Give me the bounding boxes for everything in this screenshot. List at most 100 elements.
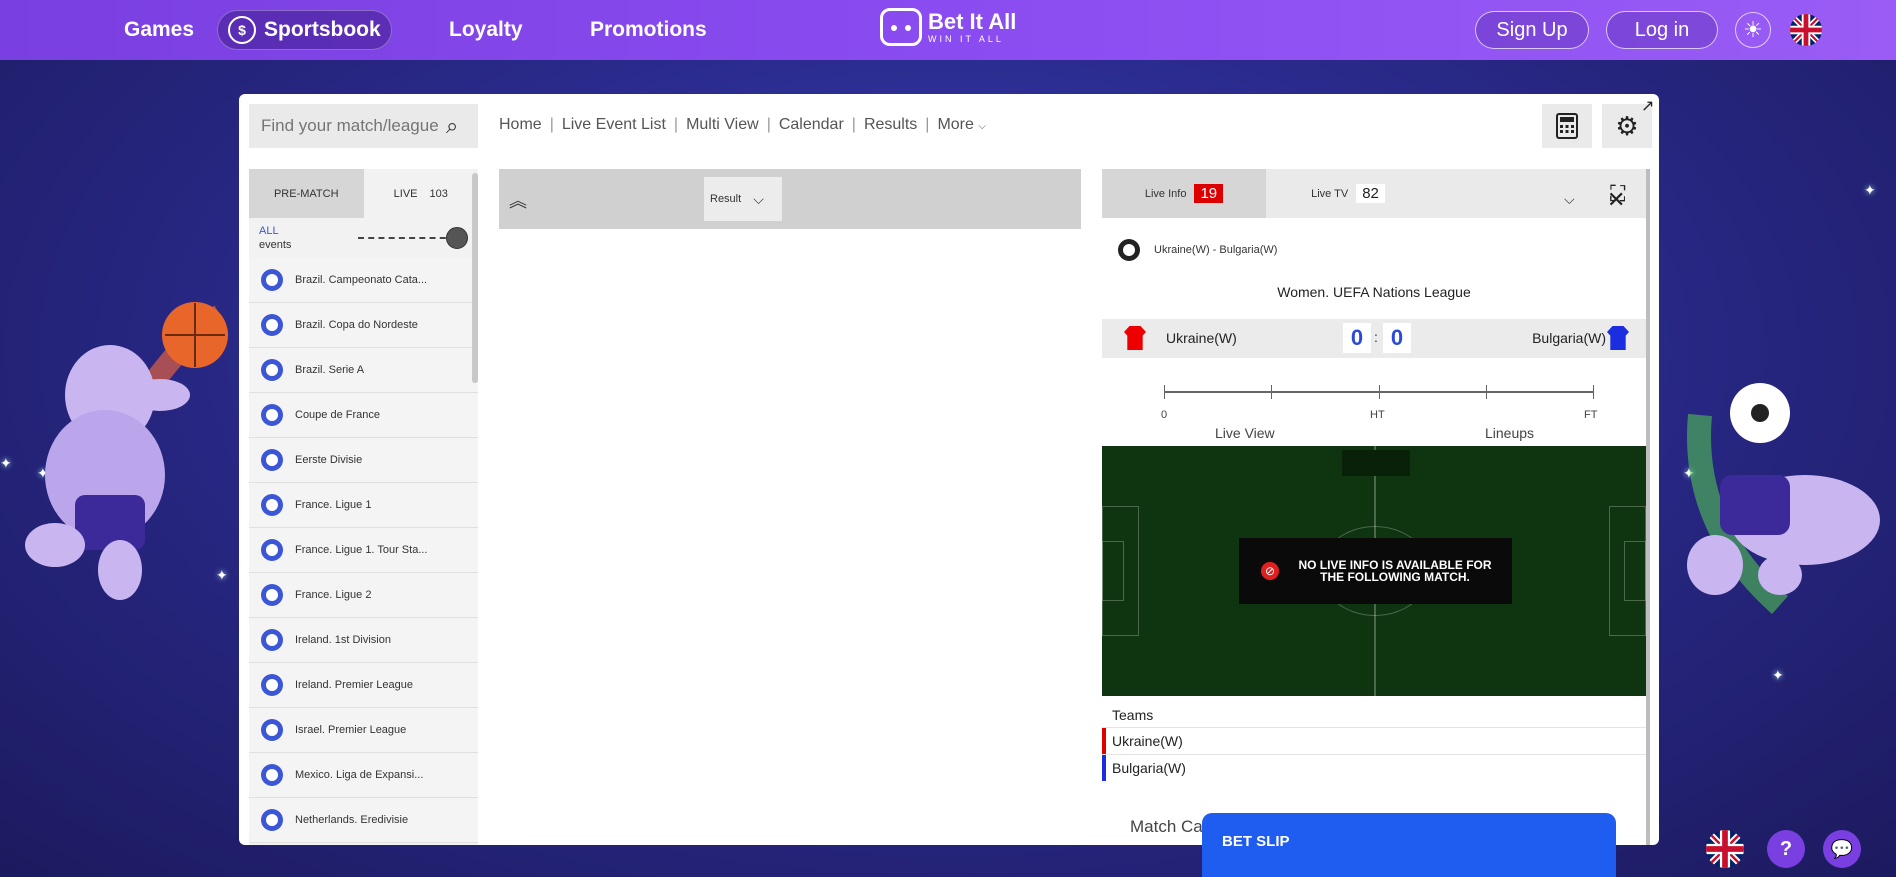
sidebar-scrollbar[interactable]	[472, 173, 478, 383]
tab-live-label: LIVE	[393, 187, 418, 200]
breadcrumb-more[interactable]: More ⌵	[937, 116, 986, 134]
chevron-down-icon: ⌵	[978, 121, 986, 132]
uk-flag-icon[interactable]	[1706, 830, 1744, 868]
expand-arrow-icon[interactable]: ↗	[1641, 96, 1654, 116]
live-tv-count-badge: 82	[1356, 184, 1385, 203]
breadcrumb-live-event-list[interactable]: Live Event List	[562, 116, 666, 134]
chat-icon[interactable]: 💬	[1823, 830, 1861, 868]
chevron-down-icon: ⌵	[753, 190, 764, 207]
sidebar-tabs: PRE-MATCH LIVE 103	[249, 169, 478, 218]
league-name: France. Ligue 2	[295, 589, 372, 601]
help-icon[interactable]: ?	[1767, 830, 1805, 868]
list-item[interactable]: France. Ligue 1	[249, 483, 478, 528]
league-name: Ireland. 1st Division	[295, 634, 391, 646]
chevron-down-icon[interactable]: ⌵	[1564, 191, 1575, 208]
logo-tagline: WIN IT ALL	[928, 33, 1004, 44]
list-item[interactable]: Netherlands. Eredivisie	[249, 798, 478, 843]
search-box: ⌕	[249, 104, 478, 148]
list-item[interactable]: Israel. Premier League	[249, 708, 478, 753]
match-selector[interactable]: Ukraine(W) - Bulgaria(W)	[1102, 218, 1646, 282]
live-view-link[interactable]: Live View	[1215, 425, 1275, 441]
match-name: Ukraine(W) - Bulgaria(W)	[1154, 244, 1278, 256]
nav-loyalty-link[interactable]: Loyalty	[449, 10, 523, 50]
soccer-ball-icon	[261, 494, 283, 516]
match-cast-heading: Match Ca	[1130, 817, 1203, 836]
tab-pre-match-label: PRE-MATCH	[273, 187, 339, 200]
live-panel-scrollbar[interactable]	[1646, 169, 1650, 845]
sign-up-button[interactable]: Sign Up	[1475, 11, 1589, 49]
theme-toggle-sun-icon[interactable]: ☀	[1735, 12, 1771, 48]
away-team-name: Bulgaria(W)	[1532, 330, 1606, 346]
search-icon[interactable]: ⌕	[446, 113, 458, 139]
calculator-icon[interactable]	[1542, 104, 1592, 148]
slider-handle[interactable]	[446, 227, 468, 249]
breadcrumb-calendar[interactable]: Calendar	[779, 116, 844, 134]
soccer-ball-icon	[261, 314, 283, 336]
search-input[interactable]	[261, 116, 446, 136]
soccer-ball-icon	[261, 539, 283, 561]
list-item[interactable]: Mexico. Liga de Expansi...	[249, 753, 478, 798]
breadcrumb-results[interactable]: Results	[864, 116, 917, 134]
nav-sportsbook-link[interactable]: $ Sportsbook	[217, 10, 392, 50]
list-item[interactable]: Coupe de France	[249, 393, 478, 438]
team-row-away: Bulgaria(W)	[1102, 754, 1646, 781]
timeline-start-label: 0	[1161, 409, 1168, 421]
league-name: Eerste Divisie	[295, 454, 363, 466]
tab-pre-match[interactable]: PRE-MATCH	[249, 169, 364, 218]
list-item[interactable]: Eerste Divisie	[249, 438, 478, 483]
lineups-link[interactable]: Lineups	[1485, 425, 1534, 441]
live-count-badge: 103	[429, 187, 448, 200]
league-name: Brazil. Serie A	[295, 364, 365, 376]
breadcrumb-home[interactable]: Home	[499, 116, 542, 134]
list-item[interactable]: Brazil. Copa do Nordeste	[249, 303, 478, 348]
soccer-ball-icon	[261, 404, 283, 426]
tab-live[interactable]: LIVE 103	[364, 169, 479, 218]
pitch-visualization: ⊘ NO LIVE INFO IS AVAILABLE FOR THE FOLL…	[1102, 446, 1646, 696]
list-item[interactable]: Ireland. Premier League	[249, 663, 478, 708]
nav-games-link[interactable]: Games	[124, 10, 194, 50]
uk-flag-icon[interactable]	[1790, 14, 1822, 46]
breadcrumb: Home | Live Event List | Multi View | Calen…	[499, 116, 986, 134]
list-item[interactable]: Ireland. 1st Division	[249, 618, 478, 663]
log-in-button[interactable]: Log in	[1606, 11, 1718, 49]
league-name: Brazil. Copa do Nordeste	[295, 319, 418, 331]
list-item[interactable]: France. Ligue 1. Tour Sta...	[249, 528, 478, 573]
no-live-info-text: NO LIVE INFO IS AVAILABLE FOR THE FOLLOW…	[1298, 558, 1492, 584]
tab-live-info[interactable]: Live Info 19	[1102, 169, 1266, 218]
league-name: Ireland. Premier League	[295, 679, 414, 691]
star-decoration: ✦	[1864, 182, 1876, 198]
nav-promotions-link[interactable]: Promotions	[590, 10, 707, 50]
bet-slip-button[interactable]: BET SLIP	[1202, 813, 1616, 877]
time-filter-slider[interactable]	[358, 226, 468, 250]
soccer-ball-icon	[261, 584, 283, 606]
sportsbook-panel: ⌕ Home| Live Event List| Multi View| Cal…	[239, 94, 1659, 845]
home-score: 0	[1343, 323, 1371, 353]
logo-title: Bet It All	[928, 8, 1017, 34]
market-select[interactable]: Result ⌵	[704, 177, 782, 221]
league-name: Netherlands. Eredivisie	[295, 814, 409, 826]
unpin-icon[interactable]: ✕	[1607, 187, 1625, 213]
site-logo[interactable]: Bet It All WIN IT ALL	[880, 8, 1016, 46]
soccer-ball-icon	[261, 359, 283, 381]
live-info-count-badge: 19	[1194, 184, 1224, 203]
soccer-ball-icon	[261, 809, 283, 831]
soccer-ball-icon	[261, 719, 283, 741]
home-shirt-icon	[1124, 326, 1146, 350]
all-label: ALL	[259, 225, 279, 237]
nav-sportsbook-label: Sportsbook	[264, 18, 381, 41]
collapse-chevrons-icon[interactable]: ︽	[509, 187, 527, 213]
list-item[interactable]: France. Ligue 2	[249, 573, 478, 618]
home-team-name: Ukraine(W)	[1166, 330, 1237, 346]
away-score: 0	[1383, 323, 1411, 353]
league-list: Brazil. Campeonato Cata... Brazil. Copa …	[249, 258, 478, 843]
tab-live-tv[interactable]: Live TV 82	[1266, 169, 1430, 218]
league-title: Women. UEFA Nations League	[1277, 284, 1471, 300]
league-name: France. Ligue 1. Tour Sta...	[295, 544, 428, 556]
breadcrumb-multi-view[interactable]: Multi View	[686, 116, 759, 134]
team-row-label: Ukraine(W)	[1112, 732, 1183, 749]
events-label: events	[259, 239, 292, 251]
list-item[interactable]: Brazil. Serie A	[249, 348, 478, 393]
league-name: Israel. Premier League	[295, 724, 407, 736]
list-item[interactable]: Brazil. Campeonato Cata...	[249, 258, 478, 303]
coin-icon: $	[228, 16, 256, 44]
